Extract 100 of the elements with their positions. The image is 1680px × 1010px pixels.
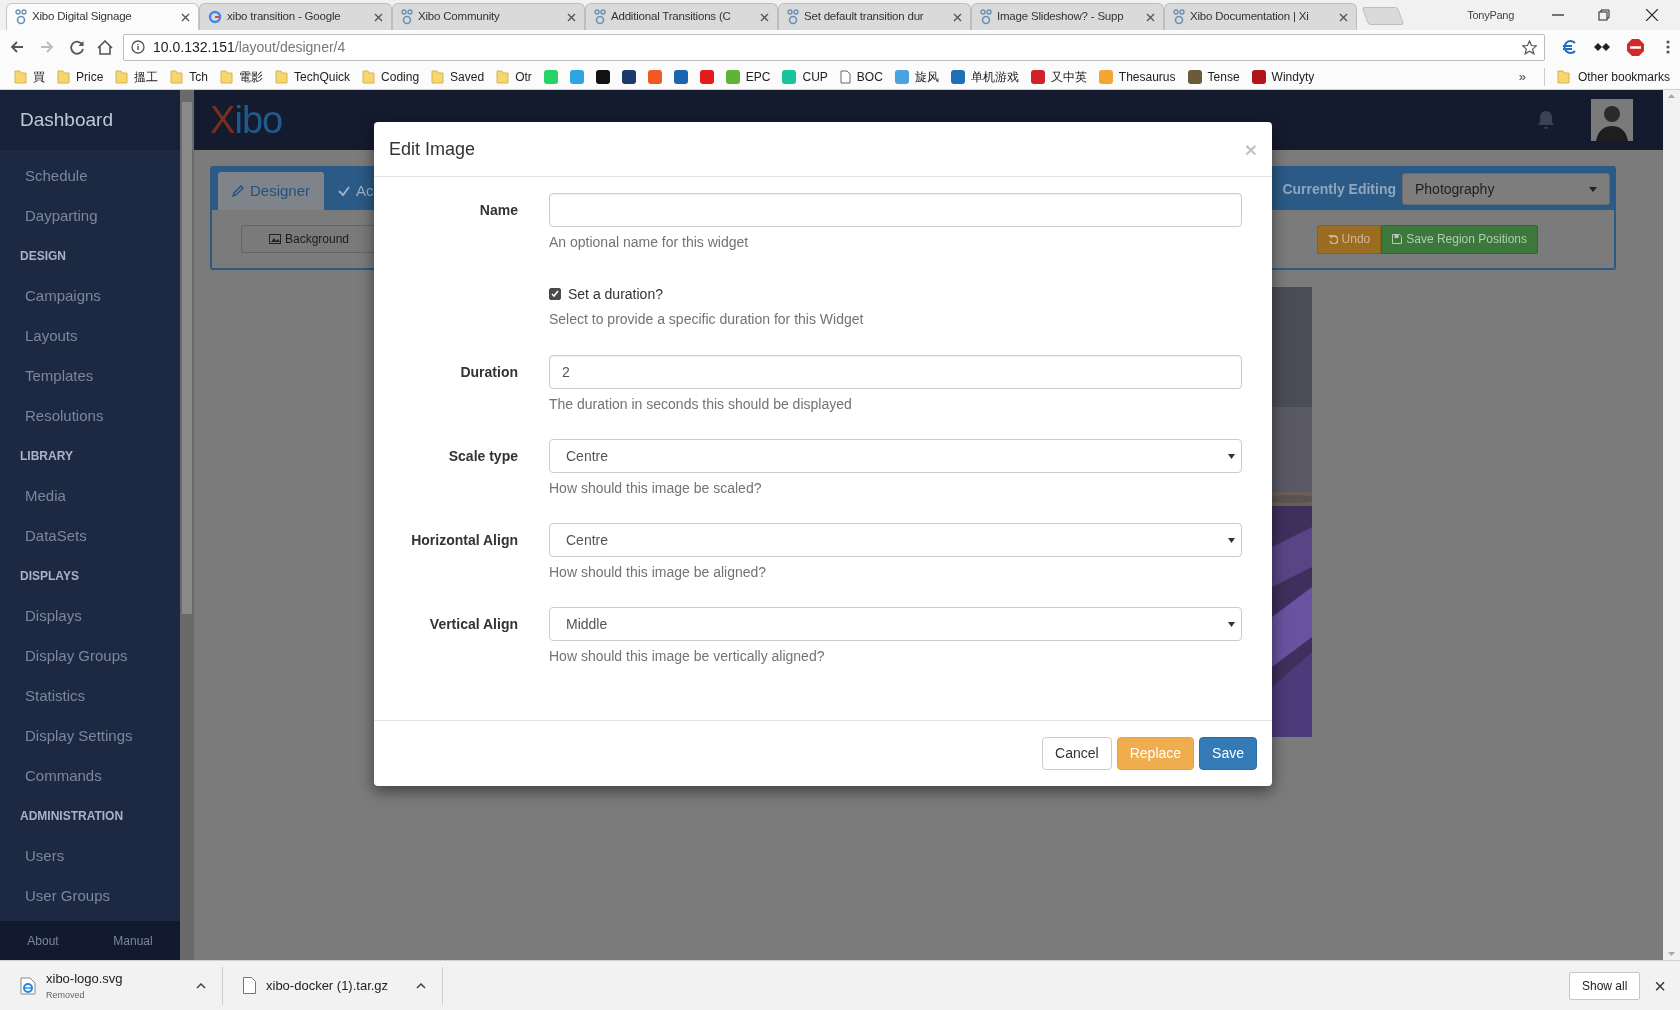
- undo-icon: [1327, 234, 1338, 244]
- bookmark-label: 单机游戏: [970, 68, 1019, 86]
- logo-text: Xibo: [210, 97, 283, 143]
- footer-link[interactable]: Manual: [113, 931, 153, 950]
- sidebar-item[interactable]: Layouts: [0, 316, 180, 356]
- select-field[interactable]: Centre: [549, 523, 1242, 557]
- sidebar-section-heading: DISPLAYS: [19, 568, 80, 585]
- profile-name[interactable]: TonyPang: [1467, 6, 1514, 24]
- currently-editing-label: Currently Editing: [1282, 179, 1396, 199]
- google-icon: [208, 10, 222, 24]
- scrollbar[interactable]: [180, 90, 194, 960]
- sidebar-item[interactable]: Resolutions: [0, 396, 180, 436]
- input-field[interactable]: 2: [549, 355, 1242, 389]
- restore-icon[interactable]: [1598, 9, 1610, 21]
- tab-title: Image Slideshow? - Supp: [997, 9, 1124, 25]
- browser-tab[interactable]: Xibo Community: [392, 3, 585, 30]
- checkbox[interactable]: [549, 288, 561, 300]
- euro-icon[interactable]: [1561, 40, 1577, 54]
- download-status: Removed: [46, 988, 86, 1002]
- sidebar-title[interactable]: Dashboard: [0, 90, 180, 150]
- download-item[interactable]: xibo-logo.svg Removed: [0, 966, 223, 1005]
- image-icon: [268, 234, 281, 244]
- bookmark[interactable]: Price: [53, 65, 108, 88]
- sidebar-item[interactable]: Schedule: [0, 156, 180, 196]
- download-item[interactable]: xibo-docker (1).tar.gz: [223, 966, 443, 1005]
- bookmark[interactable]: Windyty: [1247, 65, 1319, 88]
- dialog-button[interactable]: Cancel: [1042, 737, 1112, 770]
- reload-icon[interactable]: [70, 39, 85, 55]
- select-field[interactable]: Centre: [549, 439, 1242, 473]
- bookmark[interactable]: Tense: [1183, 65, 1244, 88]
- bookmark-label: 旋风: [914, 68, 939, 86]
- folder-icon: [1556, 69, 1570, 84]
- sidebar-item[interactable]: Campaigns: [0, 276, 180, 316]
- input-field[interactable]: [549, 193, 1242, 227]
- sidebar-section-heading: ADMINISTRATION: [19, 808, 125, 825]
- caret-icon: [1589, 186, 1597, 192]
- address-bar[interactable]: 10.0.132.151/layout/designer/4: [123, 33, 1545, 61]
- avatar-icon[interactable]: [1591, 99, 1633, 141]
- bookmark[interactable]: Thesaurus: [1094, 65, 1180, 88]
- sidebar-item[interactable]: Templates: [0, 356, 180, 396]
- back-icon[interactable]: [10, 40, 24, 54]
- other-bookmarks-folder[interactable]: Other bookmarks: [1543, 67, 1670, 86]
- bookmark[interactable]: BOC: [835, 65, 887, 88]
- home-icon[interactable]: [97, 39, 113, 55]
- dialog-button[interactable]: Save: [1199, 737, 1257, 770]
- bookmark[interactable]: 電影: [216, 65, 268, 88]
- sidebar-item[interactable]: Media: [0, 476, 180, 516]
- sidebar-item[interactable]: Statistics: [0, 676, 180, 716]
- help-text: An optional name for this widget: [549, 233, 750, 252]
- close-icon[interactable]: [181, 12, 190, 22]
- bookmark[interactable]: 旋风: [890, 65, 943, 88]
- bookmark[interactable]: EPC: [721, 65, 775, 88]
- bookmark[interactable]: Tch: [166, 65, 213, 88]
- field-label: Name: [479, 201, 518, 220]
- browser-tab[interactable]: Xibo Digital Signage: [6, 3, 199, 30]
- select-field[interactable]: Middle: [549, 607, 1242, 641]
- octagon-icon[interactable]: [1627, 38, 1644, 56]
- chevron-up-icon[interactable]: [416, 982, 426, 989]
- browser-tab[interactable]: Set default transition dur: [778, 3, 971, 30]
- bookmark[interactable]: 单机游戏: [946, 65, 1023, 88]
- sidebar-item[interactable]: Dayparting: [0, 196, 180, 236]
- browser-tab[interactable]: Additional Transitions (C: [585, 3, 778, 30]
- bookmark[interactable]: 又中英: [1026, 65, 1091, 88]
- menu-icon[interactable]: [1666, 40, 1670, 54]
- chevron-up-icon[interactable]: [196, 982, 206, 989]
- close-icon[interactable]: [1646, 9, 1658, 21]
- web-file-icon: [20, 976, 36, 995]
- browser-tab[interactable]: Xibo Documentation | Xi: [1164, 3, 1357, 30]
- diamonds-icon[interactable]: [1593, 41, 1611, 53]
- browser-tab[interactable]: Image Slideshow? - Supp: [971, 3, 1164, 30]
- bookmark[interactable]: Saved: [427, 65, 489, 88]
- bookmark[interactable]: Otr: [492, 65, 536, 88]
- url-text[interactable]: 10.0.132.151/layout/designer/4: [153, 36, 346, 58]
- bookmark-label: TechQuick: [294, 68, 351, 86]
- close-button[interactable]: ×: [1654, 975, 1666, 996]
- bookmark-label: Saved: [450, 68, 485, 86]
- sidebar-item[interactable]: Users: [0, 836, 180, 876]
- tab-title: Xibo Documentation | Xi: [1190, 9, 1309, 25]
- bookmark[interactable]: 搵工: [111, 65, 163, 88]
- sidebar-item[interactable]: Display Groups: [0, 636, 180, 676]
- star-icon[interactable]: [1522, 39, 1537, 55]
- checkbox-label[interactable]: Set a duration?: [568, 283, 663, 305]
- sidebar-item[interactable]: DataSets: [0, 516, 180, 556]
- bookmark[interactable]: Coding: [358, 65, 424, 88]
- field-label: Horizontal Align: [411, 531, 518, 550]
- folder-icon: [115, 69, 129, 84]
- field-label: Vertical Align: [429, 615, 518, 634]
- bookmark[interactable]: CUP: [778, 65, 832, 88]
- bookmark[interactable]: 買: [10, 65, 49, 88]
- sidebar-item[interactable]: Display Settings: [0, 716, 180, 756]
- background-button[interactable]: Background: [241, 225, 377, 253]
- browser-tab[interactable]: xibo transition - Google: [199, 3, 392, 30]
- sidebar-item[interactable]: User Groups: [0, 876, 180, 916]
- show-all-button[interactable]: Show all: [1568, 971, 1641, 1000]
- sidebar-item[interactable]: Displays: [0, 596, 180, 636]
- sidebar-item[interactable]: Commands: [0, 756, 180, 796]
- bookmark[interactable]: TechQuick: [271, 65, 355, 88]
- layout-select[interactable]: Photography: [1402, 173, 1610, 205]
- more-bookmarks-button[interactable]: »: [1518, 66, 1526, 87]
- footer-link[interactable]: About: [27, 931, 59, 950]
